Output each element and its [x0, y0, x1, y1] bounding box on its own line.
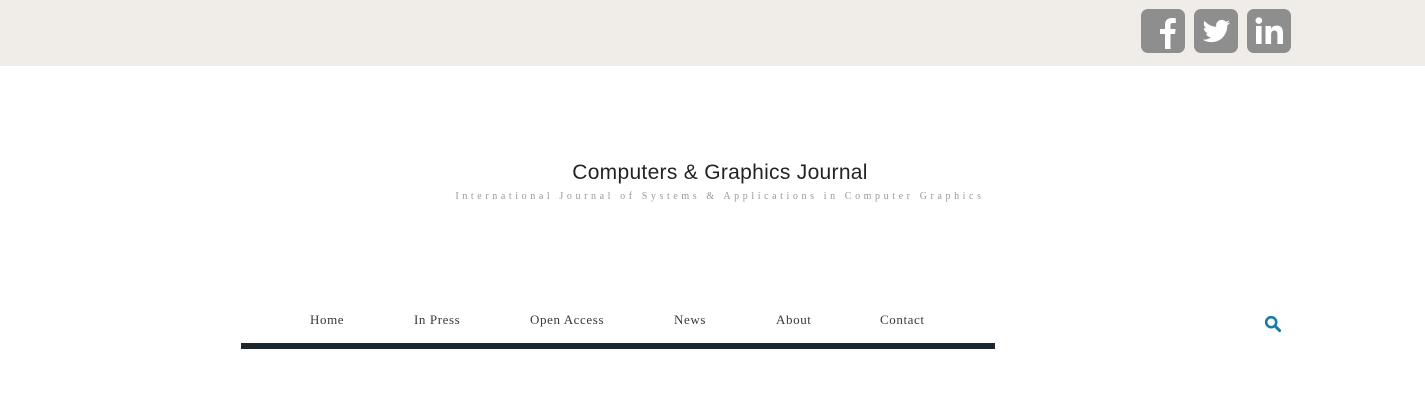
nav-item-home[interactable]: Home	[310, 312, 344, 328]
twitter-icon	[1202, 19, 1230, 43]
nav-item-in-press[interactable]: In Press	[414, 312, 460, 328]
linkedin-icon	[1255, 17, 1283, 44]
nav-underline	[241, 343, 995, 349]
site-title[interactable]: Computers & Graphics Journal	[0, 161, 1425, 185]
nav-item-open-access[interactable]: Open Access	[530, 312, 604, 328]
search-icon	[1264, 315, 1282, 333]
top-bar	[0, 0, 1425, 66]
nav-item-news[interactable]: News	[674, 312, 706, 328]
nav-item-contact[interactable]: Contact	[880, 312, 925, 328]
facebook-icon	[1160, 18, 1176, 49]
twitter-link[interactable]	[1194, 9, 1238, 53]
nav-item-about[interactable]: About	[776, 312, 812, 328]
site-tagline: International Journal of Systems & Appli…	[455, 191, 985, 202]
linkedin-link[interactable]	[1247, 9, 1291, 53]
facebook-link[interactable]	[1141, 9, 1185, 53]
search-button[interactable]	[1264, 315, 1282, 333]
